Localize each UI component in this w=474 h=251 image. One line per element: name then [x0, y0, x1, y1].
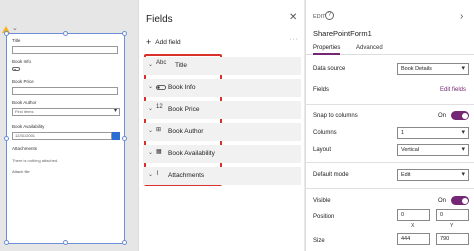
plus-icon: +	[146, 37, 152, 47]
paperclip-icon: ⌇	[156, 171, 159, 177]
help-icon[interactable]: ?	[325, 11, 334, 20]
resize-handle-top-right[interactable]	[122, 31, 127, 36]
calendar-icon: ▦	[156, 149, 162, 155]
visible-state-label: On	[438, 198, 447, 204]
resize-handle-bottom-left[interactable]	[4, 240, 9, 245]
field-item-label: Attachments	[168, 172, 205, 179]
properties-tabs: Properties Advanced	[306, 44, 474, 55]
fields-label: Fields	[313, 87, 330, 93]
layout-label: Layout	[313, 147, 332, 153]
book-price-card-label: Book Price	[12, 79, 34, 84]
divider	[306, 162, 474, 163]
divider	[306, 188, 474, 189]
book-info-card-label: Book Info	[12, 59, 32, 64]
y-axis-label: Y	[450, 223, 454, 229]
add-field-button[interactable]: + Add field	[146, 37, 181, 47]
divider	[306, 104, 474, 105]
book-info-toggle[interactable]	[12, 67, 20, 71]
field-item-book-price[interactable]: ⌄ 12 Book Price	[143, 101, 301, 119]
field-item-title[interactable]: ⌄ Abc Title	[143, 57, 301, 75]
size-width-input[interactable]: 444	[397, 233, 430, 245]
book-availability-date-input[interactable]: 12/31/2001	[12, 132, 112, 140]
position-y-input[interactable]: 0	[436, 209, 469, 221]
data-source-label: Data source	[313, 66, 346, 72]
x-axis-label: X	[411, 223, 415, 229]
chevron-right-icon[interactable]: ›	[460, 11, 463, 22]
field-item-book-availability[interactable]: ⌄ ▦ Book Availability	[143, 145, 301, 163]
layout-dropdown[interactable]: Vertical	[397, 144, 469, 156]
chevron-down-icon[interactable]: ⌄	[12, 24, 18, 32]
field-item-attachments[interactable]: ⌄ ⌇ Attachments	[143, 167, 301, 185]
book-author-combobox[interactable]: Find items	[12, 108, 120, 116]
visible-toggle[interactable]	[451, 196, 469, 205]
chevron-down-icon[interactable]: ⌄	[148, 149, 153, 156]
field-item-label: Book Price	[168, 106, 200, 113]
snap-state-label: On	[438, 113, 447, 119]
position-x-input[interactable]: 0	[397, 209, 430, 221]
default-mode-row: Default mode Edit	[313, 167, 474, 185]
title-input[interactable]	[12, 46, 118, 54]
tab-advanced[interactable]: Advanced	[356, 45, 383, 53]
book-availability-card-label: Book Availability	[12, 124, 45, 129]
field-item-label: Book Info	[168, 84, 196, 91]
chevron-down-icon[interactable]: ⌄	[148, 61, 153, 68]
chevron-down-icon[interactable]: ⌄	[148, 127, 153, 134]
number-icon: 12	[156, 104, 163, 110]
columns-dropdown[interactable]: 1	[397, 127, 469, 139]
resize-handle-bottom-right[interactable]	[122, 240, 127, 245]
fields-row: Fields Edit fields	[313, 82, 474, 100]
field-item-label: Book Availability	[168, 150, 215, 157]
field-item-book-author[interactable]: ⌄ ⊞ Book Author	[143, 123, 301, 141]
columns-label: Columns	[313, 130, 337, 136]
close-icon[interactable]: ✕	[289, 12, 297, 23]
resize-handle-bottom[interactable]	[63, 240, 68, 245]
edit-label: EDIT	[313, 14, 326, 20]
data-source-dropdown[interactable]: Book Details	[397, 63, 469, 75]
snap-to-columns-row: Snap to columns On	[313, 108, 474, 126]
edit-fields-link[interactable]: Edit fields	[440, 87, 466, 93]
size-label: Size	[313, 238, 325, 244]
title-card-label: Title	[12, 38, 21, 43]
field-item-label: Title	[175, 62, 188, 69]
calendar-icon[interactable]	[112, 132, 120, 140]
resize-handle-left[interactable]	[4, 136, 9, 141]
text-icon: Abc	[156, 60, 167, 66]
toggle-icon	[156, 85, 166, 90]
resize-handle-top-left[interactable]	[4, 31, 9, 36]
more-options-icon[interactable]: ···	[289, 36, 299, 43]
size-height-input[interactable]: 790	[436, 233, 469, 245]
attachments-empty-note: There is nothing attached.	[12, 158, 59, 163]
size-row: Size 444 790	[313, 233, 474, 251]
field-item-label: Book Author	[168, 128, 204, 135]
visible-label: Visible	[313, 198, 331, 204]
book-price-input[interactable]	[12, 87, 118, 95]
add-field-label: Add field	[155, 39, 181, 46]
chevron-down-icon[interactable]: ⌄	[148, 105, 153, 112]
tab-properties[interactable]: Properties	[313, 45, 341, 55]
data-source-row: Data source Book Details	[313, 61, 474, 79]
default-mode-label: Default mode	[313, 172, 349, 178]
resize-handle-top[interactable]	[63, 31, 68, 36]
canvas-area: ⌄ Title Book Info Book Price Book Author…	[0, 0, 138, 251]
field-item-book-info[interactable]: ⌄ Book Info	[143, 79, 301, 97]
attachments-card-label: Attachments	[12, 146, 38, 151]
snap-to-columns-toggle[interactable]	[451, 111, 469, 120]
resize-handle-right[interactable]	[122, 136, 127, 141]
fields-panel-title: Fields	[146, 14, 173, 25]
position-label: Position	[313, 214, 335, 220]
lookup-icon: ⊞	[156, 127, 162, 133]
powerapps-form-editor: ⌄ Title Book Info Book Price Book Author…	[0, 0, 474, 251]
default-mode-dropdown[interactable]: Edit	[397, 169, 469, 181]
chevron-down-icon[interactable]: ⌄	[148, 171, 153, 178]
attach-file-link[interactable]: Attach file	[12, 169, 30, 174]
layout-row: Layout Vertical	[313, 142, 474, 160]
columns-row: Columns 1	[313, 125, 474, 143]
form-name: SharePointForm1	[313, 29, 372, 38]
position-row: Position 0 0 X Y	[313, 209, 474, 229]
chevron-down-icon[interactable]: ⌄	[148, 83, 153, 90]
book-author-card-label: Book Author	[12, 100, 37, 105]
snap-to-columns-label: Snap to columns	[313, 113, 358, 119]
properties-panel: EDIT ? › SharePointForm1 Properties Adva…	[305, 0, 474, 251]
